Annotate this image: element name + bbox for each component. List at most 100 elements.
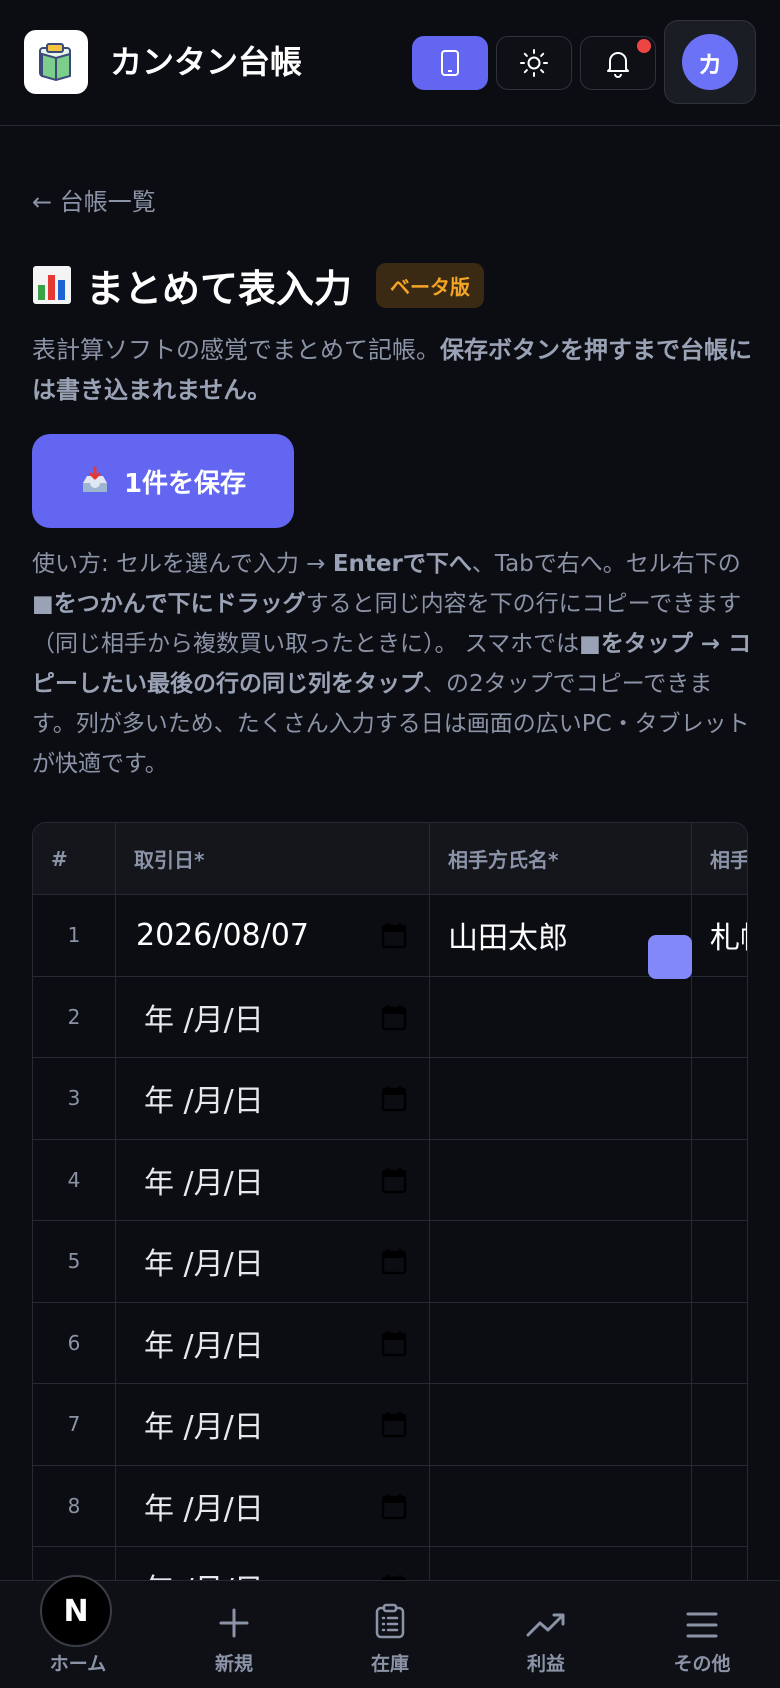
app-logo[interactable] (24, 30, 88, 94)
date-input[interactable]: 年 /月/日 (116, 1158, 264, 1202)
date-input[interactable]: 年 /月/日 (116, 1321, 264, 1365)
date-cell[interactable]: 年 /月/日 (116, 1058, 430, 1140)
date-cell[interactable]: 年 /月/日 (116, 1221, 430, 1303)
menu-icon (686, 1612, 718, 1638)
trending-up-icon (526, 1613, 565, 1637)
notification-dot (637, 39, 651, 53)
name-cell[interactable] (430, 1465, 692, 1547)
date-cell[interactable]: 年 /月/日 (116, 1139, 430, 1221)
table-row: 5年 /月/日 (33, 1221, 747, 1303)
nav-stock[interactable]: 在庫 (312, 1581, 468, 1688)
row-number: 2 (33, 976, 116, 1058)
name-cell[interactable] (430, 1384, 692, 1466)
nav-new-icon-wrap (218, 1581, 250, 1639)
table-row: 7年 /月/日 (33, 1384, 747, 1466)
date-cell[interactable]: 年 /月/日 (116, 1547, 430, 1581)
partner-cell[interactable] (692, 1140, 747, 1221)
calendar-icon[interactable] (381, 1410, 407, 1438)
table-row: 4年 /月/日 (33, 1139, 747, 1221)
date-input[interactable]: 年 /月/日 (116, 1076, 264, 1120)
partner-cell[interactable] (692, 1384, 747, 1466)
home-logo-icon: N (40, 1575, 112, 1647)
calendar-icon[interactable] (381, 1084, 407, 1112)
page-title: まとめて表入力 (86, 266, 353, 311)
date-cell[interactable]: 年 /月/日 (116, 1384, 430, 1466)
save-button-label: 1件を保存 (123, 468, 247, 499)
date-input[interactable]: 年 /月/日 (116, 1402, 264, 1446)
partner-cell[interactable] (692, 1303, 747, 1384)
date-cell[interactable]: 2026/08/07 (116, 895, 430, 977)
bottom-navigation: N ホーム 新規 在庫 利益 その他 (0, 1575, 780, 1688)
calendar-icon[interactable] (381, 921, 407, 949)
user-menu-button[interactable]: カ (664, 20, 756, 104)
calendar-icon[interactable] (381, 1492, 407, 1520)
table-row: 2年 /月/日 (33, 976, 747, 1058)
beta-badge: ベータ版 (376, 262, 485, 308)
calendar-icon[interactable] (381, 1329, 407, 1357)
date-input[interactable]: 2026/08/07 (116, 918, 309, 953)
partner-input[interactable]: 札幌 (692, 913, 747, 957)
back-to-ledger-list-link[interactable]: ← 台帳一覧 (32, 182, 156, 217)
column-header-number: # (33, 823, 116, 895)
device-view-button[interactable] (412, 36, 488, 90)
nav-more-icon-wrap (686, 1581, 718, 1639)
theme-toggle-button[interactable] (496, 36, 572, 90)
name-cell[interactable] (430, 976, 692, 1058)
avatar: カ (682, 34, 738, 90)
date-cell[interactable]: 年 /月/日 (116, 1302, 430, 1384)
save-button[interactable]: 1件を保存 (32, 434, 294, 528)
date-cell[interactable]: 年 /月/日 (116, 976, 430, 1058)
nav-home[interactable]: N ホーム (0, 1575, 156, 1688)
nav-new[interactable]: 新規 (156, 1581, 312, 1688)
howto-text-2: 、Tabで右へ。セル右下の (471, 551, 741, 577)
table-row: 6年 /月/日 (33, 1302, 747, 1384)
partner-cell[interactable]: 札幌 (692, 895, 747, 977)
name-input[interactable]: 山田太郎 (430, 913, 568, 957)
nav-more-label: その他 (673, 1653, 731, 1675)
nav-stock-label: 在庫 (370, 1653, 409, 1675)
smartphone-icon (441, 50, 459, 76)
ledger-logo-icon (39, 43, 71, 82)
partner-cell[interactable] (692, 1058, 747, 1140)
partner-cell[interactable] (692, 1221, 747, 1303)
nav-new-label: 新規 (214, 1653, 253, 1675)
usage-instructions: 使い方: セルを選んで入力 → Enterで下へ、Tabで右へ。セル右下の ■をつ… (32, 544, 754, 784)
howto-bold-2: ■をつかんで下にドラッグ (32, 591, 306, 617)
nav-more[interactable]: その他 (624, 1581, 780, 1688)
table-row: 9年 /月/日 (33, 1547, 747, 1581)
bulk-entry-table[interactable]: # 取引日* 相手方氏名* 相手 12026/08/07山田太郎札幌2年 /月/… (32, 822, 748, 1582)
calendar-icon[interactable] (381, 1247, 407, 1275)
row-number: 8 (33, 1465, 116, 1547)
table-row: 8年 /月/日 (33, 1465, 747, 1547)
plus-icon (219, 1608, 249, 1638)
nav-profit-label: 利益 (526, 1653, 565, 1675)
table-row: 3年 /月/日 (33, 1058, 747, 1140)
howto-text-1: 使い方: セルを選んで入力 → (32, 551, 333, 577)
calendar-icon[interactable] (381, 1003, 407, 1031)
column-header-date: 取引日* (116, 823, 430, 895)
table-row: 12026/08/07 山田太郎 札幌 (33, 895, 747, 977)
calendar-icon[interactable] (381, 1166, 407, 1194)
date-input[interactable]: 年 /月/日 (116, 1239, 264, 1283)
page-title-row: まとめて表入力 ベータ版 (32, 260, 485, 311)
name-cell[interactable] (430, 1302, 692, 1384)
date-input[interactable]: 年 /月/日 (116, 995, 264, 1039)
row-number: 5 (33, 1221, 116, 1303)
name-cell[interactable] (430, 1547, 692, 1581)
row-number: 4 (33, 1139, 116, 1221)
name-cell[interactable] (430, 1221, 692, 1303)
page-description: 表計算ソフトの感覚でまとめて記帳。保存ボタンを押すまで台帳には書き込まれません。 (32, 330, 752, 410)
partner-cell[interactable] (692, 977, 747, 1058)
fill-handle[interactable] (648, 935, 692, 979)
howto-bold-1: Enterで下へ (332, 551, 472, 577)
partner-cell[interactable] (692, 1547, 747, 1581)
app-title: カンタン台帳 (110, 43, 303, 81)
nav-profit[interactable]: 利益 (468, 1581, 624, 1688)
name-cell[interactable] (430, 1058, 692, 1140)
date-input[interactable]: 年 /月/日 (116, 1484, 264, 1528)
date-cell[interactable]: 年 /月/日 (116, 1465, 430, 1547)
notifications-button[interactable] (580, 36, 656, 90)
row-number: 1 (33, 895, 116, 977)
name-cell[interactable] (430, 1139, 692, 1221)
partner-cell[interactable] (692, 1466, 747, 1547)
